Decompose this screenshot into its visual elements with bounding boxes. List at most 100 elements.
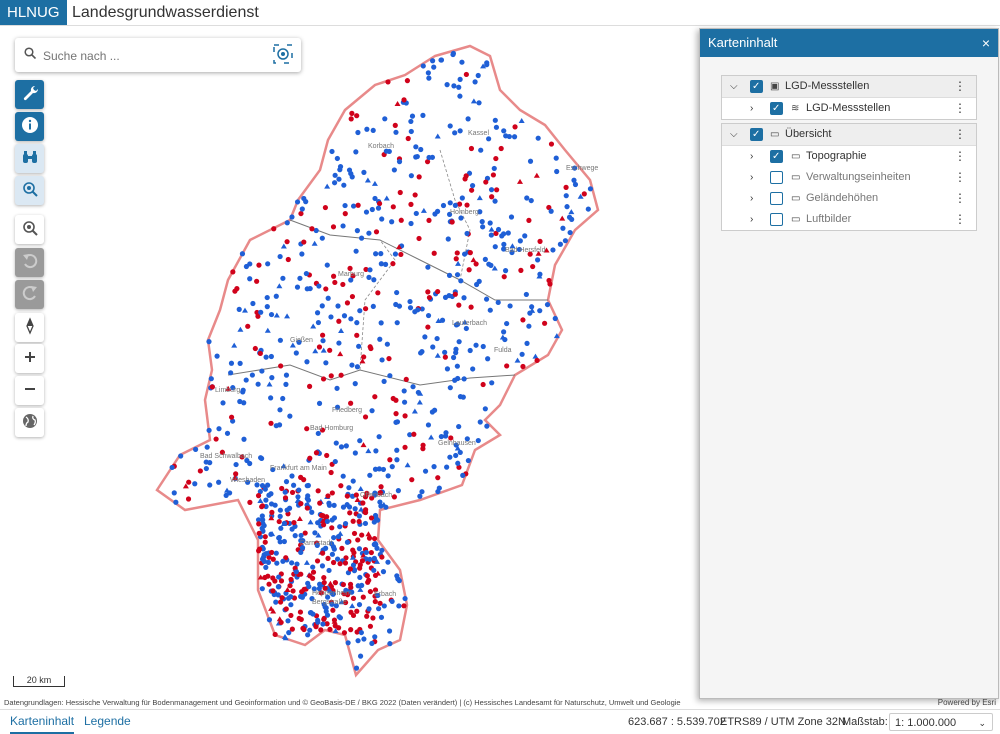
layer-checkbox[interactable] <box>770 171 783 184</box>
measurement-point <box>408 118 414 125</box>
measurement-point <box>548 208 554 214</box>
measurement-point <box>435 288 441 295</box>
layer-row[interactable]: › ▭ Verwaltungseinheiten ⋮ <box>722 167 976 188</box>
measurement-point <box>387 373 393 379</box>
north-arrow-tool[interactable] <box>15 313 44 342</box>
tab-karteninhalt[interactable]: Karteninhalt <box>10 710 75 734</box>
measurement-point <box>377 600 383 606</box>
measurement-point <box>378 614 385 620</box>
layer-row[interactable]: › ▭ Topographie ⋮ <box>722 146 976 167</box>
measurement-point <box>289 214 295 220</box>
chevron-right-icon[interactable]: › <box>750 167 753 188</box>
measurement-point <box>563 184 569 190</box>
measurement-point <box>434 133 441 139</box>
logo[interactable]: HLNUG <box>0 0 67 25</box>
chevron-right-icon[interactable]: › <box>750 209 753 230</box>
measurement-point <box>527 158 534 164</box>
more-options-icon[interactable]: ⋮ <box>954 98 966 119</box>
layer-checkbox[interactable] <box>750 76 763 97</box>
measurement-point <box>336 318 342 324</box>
measurement-point <box>480 381 486 388</box>
more-options-icon[interactable]: ⋮ <box>954 76 966 97</box>
layer-row[interactable]: › ▭ Geländehöhen ⋮ <box>722 188 976 209</box>
chevron-right-icon[interactable]: › <box>750 188 753 209</box>
scale-bar: 20 km <box>13 676 65 687</box>
measurement-point <box>272 631 278 638</box>
measurement-point <box>321 579 327 586</box>
search-input[interactable] <box>41 45 265 67</box>
measurement-point <box>356 513 363 519</box>
scale-select[interactable]: 1: 1.000.000 ⌄ <box>889 713 993 731</box>
layer-label: Verwaltungseinheiten <box>806 171 911 183</box>
layer-row[interactable]: ⌵ ▣ LGD-Messstellen ⋮ <box>722 76 976 98</box>
measurement-point <box>277 513 283 519</box>
wrench-tool[interactable] <box>15 80 44 109</box>
info-tool[interactable] <box>15 112 44 141</box>
measurement-point <box>224 487 231 493</box>
zoom-full-tool[interactable] <box>15 215 44 244</box>
karteninhalt-panel: Karteninhalt × ⌵ ▣ LGD-Messstellen ⋮ › ≋… <box>699 28 999 699</box>
measurement-point <box>394 101 401 107</box>
measurement-point <box>442 349 448 355</box>
measurement-point <box>335 534 342 540</box>
measurement-point <box>395 488 401 494</box>
locate-icon[interactable] <box>273 44 293 67</box>
chevron-right-icon[interactable]: › <box>750 98 753 119</box>
undo-view-tool[interactable] <box>15 248 44 277</box>
measurement-point <box>317 500 323 506</box>
layer-row[interactable]: ⌵ ▭ Übersicht ⋮ <box>722 124 976 146</box>
zoom-in-tool[interactable] <box>15 344 44 373</box>
chevron-down-icon[interactable]: ⌵ <box>730 76 738 97</box>
measurement-point <box>404 462 411 468</box>
measurement-point <box>280 558 286 564</box>
measurement-point <box>326 567 332 574</box>
measurement-point <box>468 145 475 152</box>
measurement-point <box>345 640 351 646</box>
redo-view-tool[interactable] <box>15 280 44 309</box>
more-options-icon[interactable]: ⋮ <box>954 188 966 209</box>
more-options-icon[interactable]: ⋮ <box>954 167 966 188</box>
chevron-down-icon[interactable]: ⌵ <box>730 124 738 145</box>
measurement-point <box>341 182 347 188</box>
measurement-point <box>529 304 535 310</box>
measurement-point <box>416 399 423 405</box>
tab-legende[interactable]: Legende <box>84 710 131 732</box>
zoom-layer-tool[interactable] <box>15 176 44 205</box>
layer-checkbox[interactable] <box>770 98 783 119</box>
more-options-icon[interactable]: ⋮ <box>954 124 966 145</box>
measurement-point <box>280 275 286 281</box>
measurement-point <box>213 436 219 442</box>
measurement-point <box>371 567 377 573</box>
measurement-point <box>294 284 301 290</box>
measurement-point <box>408 220 414 227</box>
measurement-point <box>354 608 360 614</box>
layer-checkbox[interactable] <box>750 124 763 145</box>
measurement-point <box>489 380 495 386</box>
measurement-point <box>350 518 356 524</box>
measurement-point <box>564 204 570 210</box>
measurement-point <box>326 502 333 508</box>
app-header: HLNUG Landesgrundwasserdienst <box>0 0 1000 26</box>
layer-row[interactable]: › ≋ LGD-Messstellen ⋮ <box>722 98 976 119</box>
more-options-icon[interactable]: ⋮ <box>954 209 966 230</box>
measurement-point <box>292 533 298 539</box>
measurement-point <box>307 627 313 633</box>
more-options-icon[interactable]: ⋮ <box>954 146 966 167</box>
layer-checkbox[interactable] <box>770 192 783 205</box>
basemap-tool[interactable] <box>15 408 44 437</box>
measurement-point <box>430 344 436 350</box>
layer-checkbox[interactable] <box>770 146 783 167</box>
measurement-point <box>320 621 326 627</box>
close-icon[interactable]: × <box>982 29 990 57</box>
measurement-point <box>450 354 457 361</box>
powered-by-esri[interactable]: Powered by Esri <box>938 698 996 707</box>
measurement-point <box>368 345 374 352</box>
measurement-point <box>404 78 411 84</box>
binoculars-tool[interactable] <box>15 144 44 173</box>
zoom-out-tool[interactable] <box>15 376 44 405</box>
layer-row[interactable]: › ▭ Luftbilder ⋮ <box>722 209 976 230</box>
measurement-point <box>288 576 294 583</box>
layer-checkbox[interactable] <box>770 213 783 226</box>
chevron-right-icon[interactable]: › <box>750 146 753 167</box>
measurement-point <box>420 442 426 448</box>
